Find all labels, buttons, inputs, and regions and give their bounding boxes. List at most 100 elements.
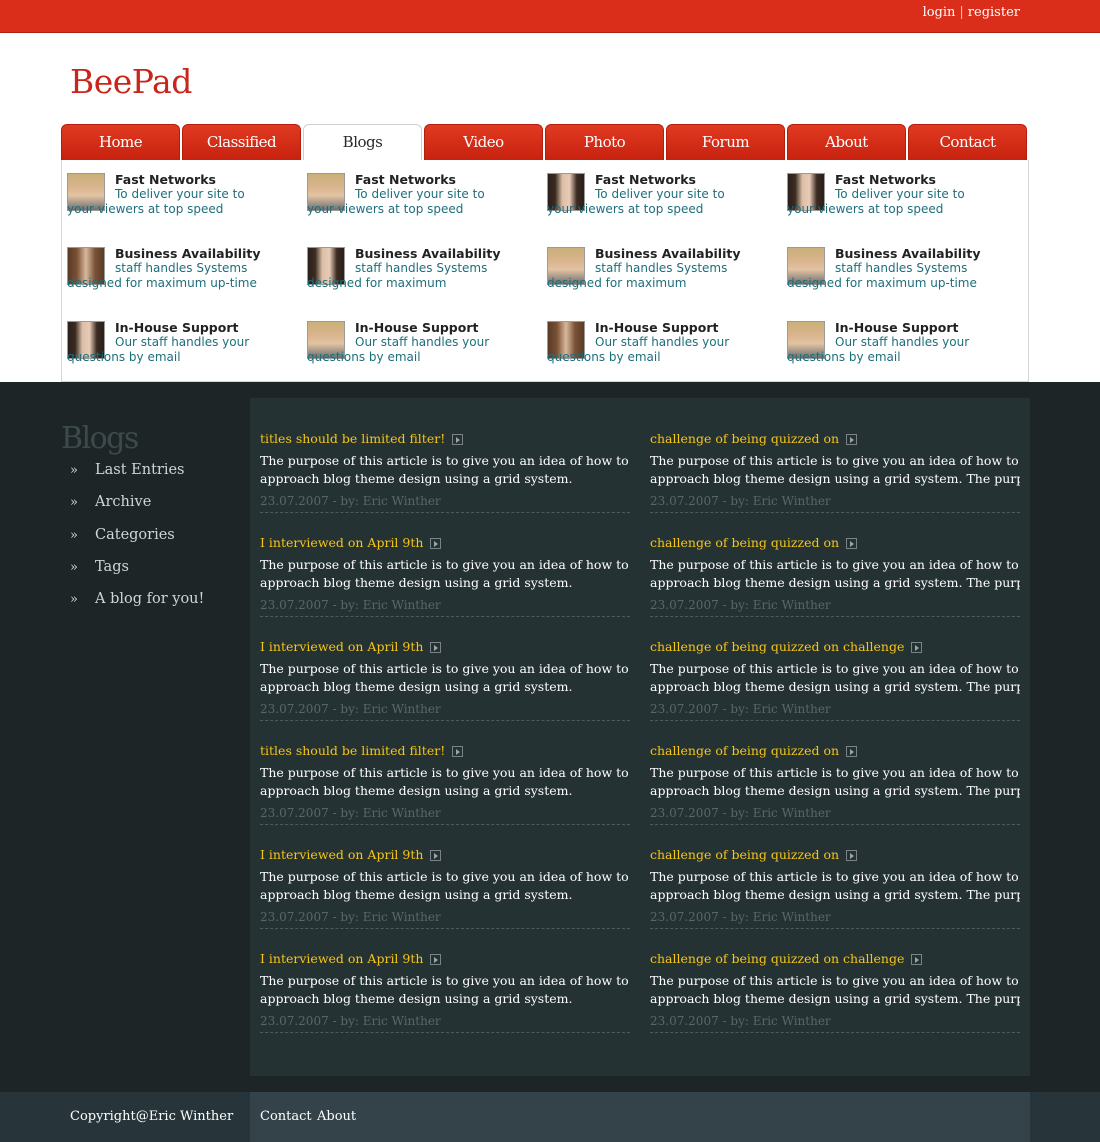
post-excerpt: The purpose of this article is to give y… [260, 452, 630, 487]
sidebar-item-tags[interactable]: » Tags [70, 559, 204, 591]
sidebar-item-categories[interactable]: » Categories [70, 527, 204, 559]
post-excerpt-line: approach blog theme design using a grid … [650, 470, 1020, 486]
arrow-right-icon [846, 746, 858, 757]
nav-tab-about[interactable]: About [787, 124, 906, 160]
post-meta: 23.07.2007 - by: Eric Winther [650, 910, 831, 924]
post-excerpt-line: The purpose of this article is to give y… [650, 765, 1019, 780]
post-excerpt-line: approach blog theme design using a grid … [650, 782, 1020, 798]
sidebar-item-last-entries[interactable]: » Last Entries [70, 462, 204, 494]
arrow-right-icon [846, 434, 858, 445]
top-bar: login | register [0, 0, 1100, 33]
feature-description: staff handles Systems designed for maxim… [547, 261, 728, 290]
post-title-link[interactable]: challenge of being quizzed on challenge [650, 639, 923, 654]
post-excerpt-line: approach blog theme design using a grid … [260, 782, 573, 798]
post-title: titles should be limited filter! [260, 743, 446, 758]
nav-tab-home[interactable]: Home [61, 124, 180, 160]
bullet-icon: » [70, 559, 78, 575]
post-excerpt: The purpose of this article is to give y… [650, 868, 1020, 903]
post-excerpt: The purpose of this article is to give y… [650, 764, 1020, 799]
feature-description: Our staff handles your questions by emai… [307, 335, 490, 364]
feature-description: Our staff handles your questions by emai… [547, 335, 730, 364]
site-logo[interactable]: BeePad [70, 62, 192, 101]
arrow-right-icon [452, 746, 464, 757]
blog-post: I interviewed on April 9th The purpose of… [260, 847, 630, 929]
sidebar-item-archive[interactable]: » Archive [70, 494, 204, 526]
sidebar-title: Blogs [61, 421, 139, 456]
post-excerpt-line: approach blog theme design using a grid … [260, 990, 573, 1006]
footer-about-link[interactable]: About [317, 1109, 356, 1124]
sidebar-item-label: Categories [95, 526, 175, 543]
feature-description: staff handles Systems designed for maxim… [67, 261, 257, 290]
nav-tab-photo[interactable]: Photo [545, 124, 664, 160]
post-title-link[interactable]: titles should be limited filter! [260, 743, 464, 758]
post-title: challenge of being quizzed on [650, 535, 840, 550]
sidebar-item-label: Archive [95, 494, 152, 511]
account-links: login | register [923, 5, 1020, 20]
feature-description: staff handles Systems designed for maxim… [307, 261, 488, 290]
post-excerpt-line: The purpose of this article is to give y… [260, 453, 629, 468]
nav-tab-forum[interactable]: Forum [666, 124, 785, 160]
feature-title: Business Availability [595, 246, 741, 261]
arrow-right-icon [430, 850, 442, 861]
post-meta: 23.07.2007 - by: Eric Winther [650, 702, 831, 716]
post-excerpt-line: approach blog theme design using a grid … [260, 678, 573, 694]
post-title-link[interactable]: I interviewed on April 9th [260, 639, 442, 654]
sidebar-item-blog-for-you[interactable]: » A blog for you! [70, 591, 204, 623]
post-title: I interviewed on April 9th [260, 639, 424, 654]
post-title-link[interactable]: I interviewed on April 9th [260, 535, 442, 550]
feature-title: Business Availability [115, 246, 261, 261]
post-excerpt-line: The purpose of this article is to give y… [260, 869, 629, 884]
post-excerpt-line: The purpose of this article is to give y… [650, 453, 1019, 468]
post-excerpt-line: The purpose of this article is to give y… [650, 973, 1019, 988]
post-meta: 23.07.2007 - by: Eric Winther [650, 806, 831, 820]
post-title-link[interactable]: challenge of being quizzed on [650, 847, 858, 862]
sidebar-item-label: Last Entries [95, 462, 185, 478]
post-excerpt-line: The purpose of this article is to give y… [260, 765, 629, 780]
feature-title: Fast Networks [115, 172, 216, 187]
feature-description: To deliver your site to your viewers at … [307, 187, 485, 216]
feature-title: In-House Support [595, 320, 719, 335]
register-link[interactable]: register [968, 5, 1020, 20]
nav-tab-classified[interactable]: Classified [182, 124, 301, 160]
post-excerpt-line: The purpose of this article is to give y… [650, 557, 1019, 572]
feature-description: Our staff handles your questions by emai… [67, 335, 250, 364]
post-title-link[interactable]: I interviewed on April 9th [260, 847, 442, 862]
nav-tab-contact[interactable]: Contact [908, 124, 1027, 160]
blog-post: titles should be limited filter! The purp… [260, 743, 630, 825]
post-title-link[interactable]: challenge of being quizzed on challenge [650, 951, 923, 966]
post-title-link[interactable]: titles should be limited filter! [260, 431, 464, 446]
post-meta: 23.07.2007 - by: Eric Winther [650, 494, 831, 508]
post-excerpt-line: The purpose of this article is to give y… [260, 973, 629, 988]
arrow-right-icon [846, 850, 858, 861]
post-meta: 23.07.2007 - by: Eric Winther [260, 806, 441, 820]
copyright-text: Copyright@Eric Winther [70, 1109, 234, 1124]
post-title: challenge of being quizzed on challenge [650, 951, 905, 966]
feature-title: Fast Networks [835, 172, 936, 187]
post-title-link[interactable]: challenge of being quizzed on [650, 535, 858, 550]
arrow-right-icon [911, 954, 923, 965]
post-title-link[interactable]: I interviewed on April 9th [260, 951, 442, 966]
footer-links: Contact About [250, 1092, 1030, 1142]
post-excerpt: The purpose of this article is to give y… [260, 868, 630, 903]
post-meta: 23.07.2007 - by: Eric Winther [650, 1014, 831, 1028]
login-link[interactable]: login [923, 5, 956, 20]
post-title: challenge of being quizzed on [650, 743, 840, 758]
nav-tab-blogs[interactable]: Blogs [303, 124, 422, 160]
post-title-link[interactable]: challenge of being quizzed on [650, 743, 858, 758]
post-title-link[interactable]: challenge of being quizzed on [650, 431, 858, 446]
post-title: challenge of being quizzed on [650, 847, 840, 862]
feature-title: Business Availability [835, 246, 981, 261]
bullet-icon: » [70, 592, 78, 608]
footer: Copyright@Eric Winther Contact About [0, 1092, 1100, 1142]
post-meta: 23.07.2007 - by: Eric Winther [260, 702, 441, 716]
post-meta: 23.07.2007 - by: Eric Winther [260, 1014, 441, 1028]
arrow-right-icon [911, 642, 923, 653]
blog-post: challenge of being quizzed on challenge T… [650, 639, 1020, 721]
post-excerpt-line: approach blog theme design using a grid … [650, 886, 1020, 902]
footer-contact-link[interactable]: Contact [260, 1109, 312, 1124]
nav-tab-video[interactable]: Video [424, 124, 543, 160]
blog-post: challenge of being quizzed on The purpose… [650, 847, 1020, 929]
arrow-right-icon [452, 434, 464, 445]
blog-post: I interviewed on April 9th The purpose of… [260, 535, 630, 617]
sidebar-menu: » Last Entries » Archive » Categories » Tags… [70, 462, 204, 623]
